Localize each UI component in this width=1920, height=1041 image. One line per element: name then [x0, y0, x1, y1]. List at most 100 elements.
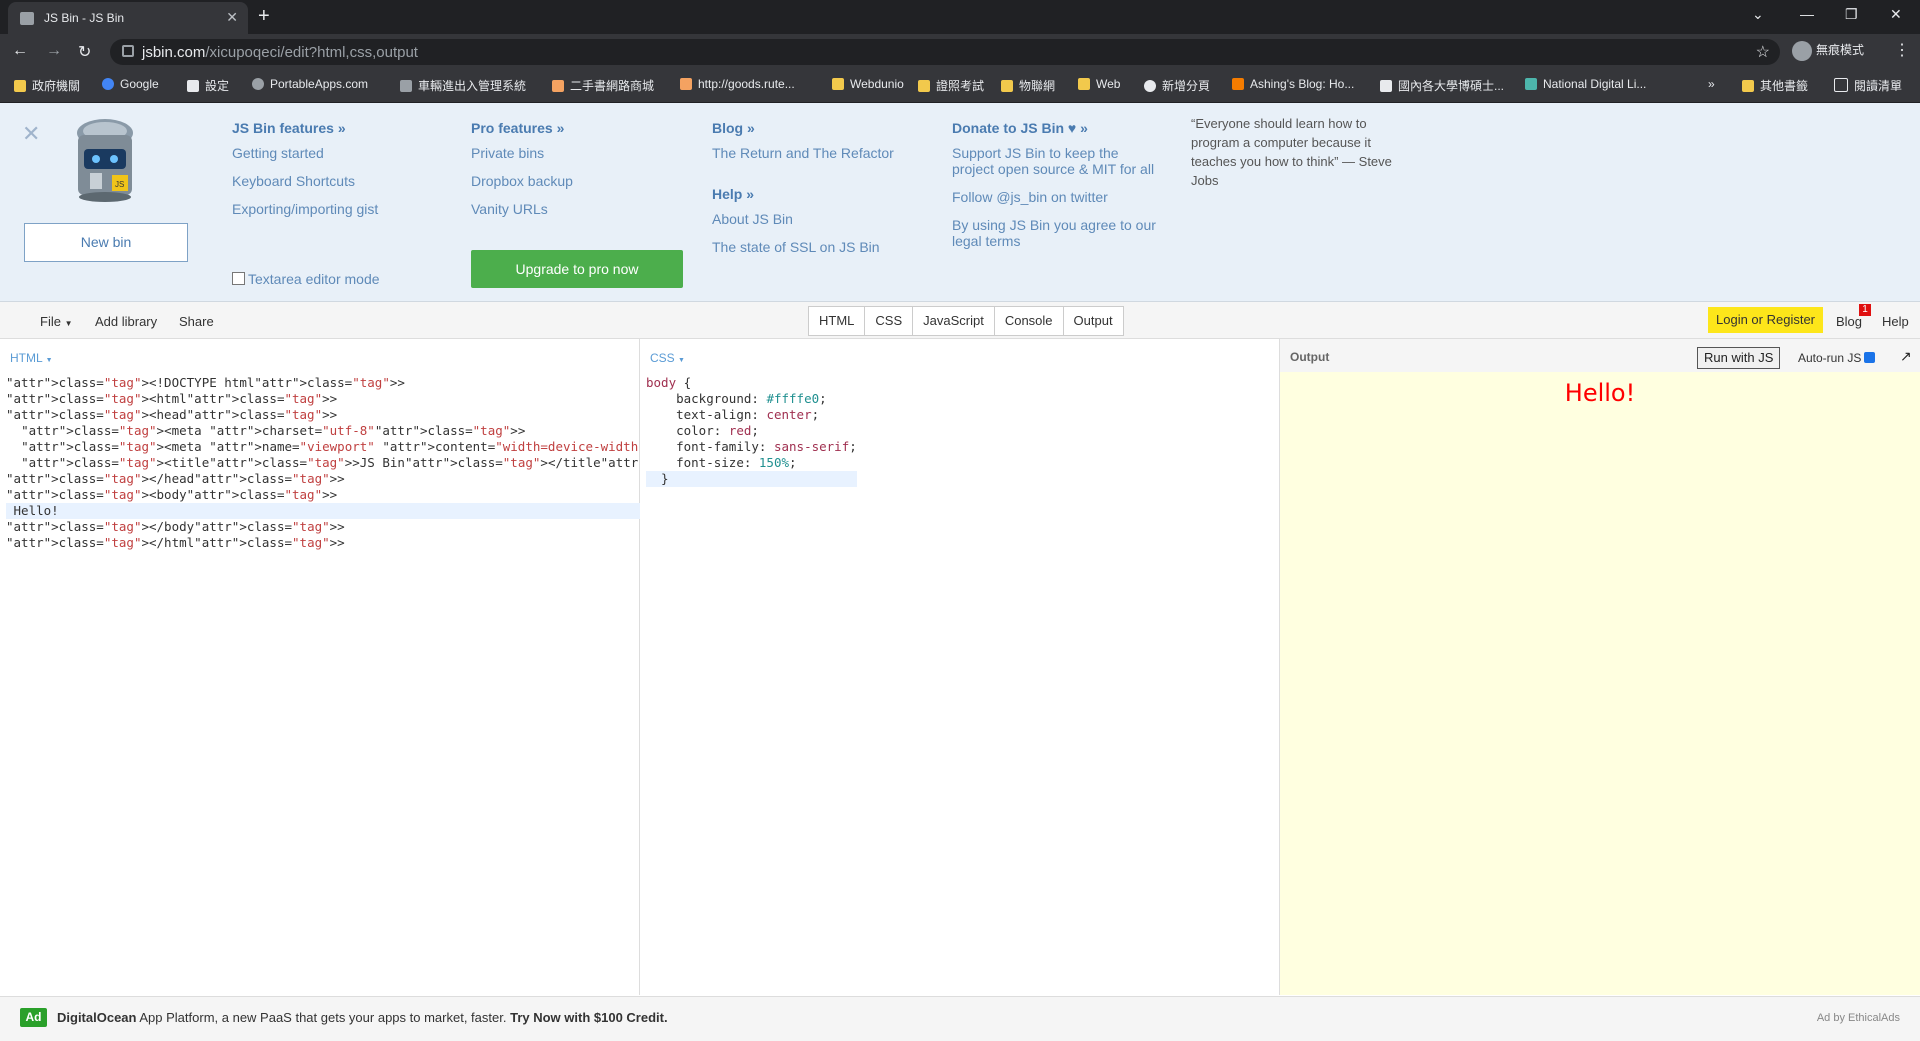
close-tab-icon[interactable]: ✕ [226, 9, 238, 26]
bookmark-item[interactable]: 政府機關 [14, 77, 80, 94]
new-tab-icon[interactable]: + [258, 5, 270, 28]
bookmark-label: Webdunio [850, 77, 904, 91]
legal-terms-link[interactable]: By using JS Bin you agree to our legal t… [952, 217, 1157, 249]
doc-icon [1380, 80, 1392, 92]
browser-menu-icon[interactable]: ⋮ [1894, 40, 1910, 60]
tab-css[interactable]: CSS [865, 307, 914, 335]
vanity-urls-link[interactable]: Vanity URLs [471, 201, 573, 217]
auto-run-checkbox[interactable] [1864, 352, 1876, 363]
bookmark-item[interactable]: Google [102, 77, 159, 91]
bookmark-item[interactable]: PortableApps.com [252, 77, 368, 91]
address-bar[interactable]: jsbin.com/xicupoqeci/edit?html,css,outpu… [110, 39, 1780, 65]
bookmark-item[interactable]: Ashing's Blog: Ho... [1232, 77, 1354, 91]
ssl-state-link[interactable]: The state of SSL on JS Bin [712, 239, 894, 255]
more-bookmarks-button[interactable]: » [1708, 77, 1715, 91]
dropbox-backup-link[interactable]: Dropbox backup [471, 173, 573, 189]
url-text: jsbin.com/xicupoqeci/edit?html,css,outpu… [142, 44, 418, 61]
code-line[interactable]: font-size: 150%; [646, 455, 857, 471]
share-menu[interactable]: Share [179, 314, 214, 329]
bookmark-item[interactable]: 設定 [187, 77, 229, 94]
keyboard-shortcuts-link[interactable]: Keyboard Shortcuts [232, 173, 378, 189]
tab-search-icon[interactable]: ⌄ [1752, 6, 1764, 23]
upgrade-pro-button[interactable]: Upgrade to pro now [471, 250, 683, 288]
svg-text:JS: JS [115, 180, 124, 189]
bookmark-item[interactable]: 新增分頁 [1144, 77, 1210, 94]
exporting-gist-link[interactable]: Exporting/importing gist [232, 201, 378, 217]
blog-button[interactable]: Blog [1836, 314, 1862, 329]
tab-console[interactable]: Console [995, 307, 1064, 335]
incognito-profile[interactable]: 無痕模式 [1792, 41, 1864, 61]
forward-icon[interactable]: → [46, 42, 62, 60]
file-menu[interactable]: File ▼ [40, 314, 73, 329]
features-title[interactable]: JS Bin features » [232, 120, 378, 136]
jsbin-toolbar: File ▼ Add library Share HTML CSS JavaSc… [0, 302, 1920, 339]
code-line[interactable]: background: #ffffe0; [646, 391, 857, 407]
support-jsbin-link[interactable]: Support JS Bin to keep the project open … [952, 145, 1157, 177]
ad-by-ethicalads[interactable]: Ad by EthicalAds [1817, 1012, 1900, 1024]
bookmark-star-icon[interactable]: ☆ [1756, 42, 1770, 62]
back-icon[interactable]: ← [12, 42, 28, 60]
other-bookmarks-folder[interactable]: 其他書籤 [1742, 77, 1808, 94]
textarea-mode-option[interactable]: Textarea editor mode [232, 271, 380, 287]
private-bins-link[interactable]: Private bins [471, 145, 573, 161]
bookmark-item[interactable]: http://goods.rute... [680, 77, 795, 91]
bookmark-item[interactable]: National Digital Li... [1525, 77, 1646, 91]
help-title[interactable]: Help » [712, 186, 894, 202]
reading-list-icon [1834, 78, 1848, 92]
getting-started-link[interactable]: Getting started [232, 145, 378, 161]
html-panel-label[interactable]: HTML ▼ [10, 351, 53, 365]
popout-arrow-icon[interactable]: ↗ [1900, 348, 1912, 365]
jsbin-logo-icon: JS [77, 119, 133, 202]
code-line[interactable]: font-family: sans-serif; [646, 439, 857, 455]
blogger-icon [1232, 78, 1244, 90]
code-line[interactable]: body { [646, 375, 857, 391]
tab-output[interactable]: Output [1064, 307, 1123, 335]
follow-twitter-link[interactable]: Follow @js_bin on twitter [952, 189, 1157, 205]
restore-icon[interactable]: ❐ [1845, 6, 1858, 23]
tab-html[interactable]: HTML [809, 307, 866, 335]
pro-column: Pro features » Private bins Dropbox back… [471, 120, 573, 229]
panel-tabs: HTML CSS JavaScript Console Output [808, 306, 1124, 336]
close-panel-icon[interactable]: ✕ [22, 121, 40, 147]
donate-title[interactable]: Donate to JS Bin ♥ » [952, 120, 1157, 136]
login-register-button[interactable]: Login or Register [1708, 307, 1823, 333]
code-line[interactable]: } [646, 471, 857, 487]
about-jsbin-link[interactable]: About JS Bin [712, 211, 894, 227]
library-icon [1525, 78, 1537, 90]
bookmark-label: http://goods.rute... [698, 77, 795, 91]
browser-tab[interactable]: JS Bin - JS Bin ✕ [8, 2, 248, 34]
code-line[interactable]: color: red; [646, 423, 857, 439]
blog-title[interactable]: Blog » [712, 120, 894, 136]
minimize-icon[interactable]: — [1800, 6, 1814, 22]
reload-icon[interactable]: ↻ [78, 42, 91, 62]
code-line[interactable]: text-align: center; [646, 407, 857, 423]
css-code-editor[interactable]: body { background: #ffffe0; text-align: … [646, 375, 857, 487]
bookmark-label: 二手書網路商城 [570, 79, 655, 93]
folder-icon [1742, 80, 1754, 92]
new-bin-button[interactable]: New bin [24, 223, 188, 262]
ad-text[interactable]: DigitalOcean App Platform, a new PaaS th… [57, 1010, 668, 1025]
folder-icon [832, 78, 844, 90]
blog-post-link[interactable]: The Return and The Refactor [712, 145, 894, 161]
add-library-menu[interactable]: Add library [95, 314, 157, 329]
bookmark-item[interactable]: 證照考試 [918, 77, 984, 94]
run-with-js-button[interactable]: Run with JS [1697, 347, 1781, 369]
auto-run-js-toggle[interactable]: Auto-run JS [1798, 351, 1876, 365]
bookmark-item[interactable]: 國內各大學博碩士... [1380, 77, 1504, 94]
html-editor-panel[interactable]: HTML ▼ "attr">class="tag"><!DOCTYPE html… [0, 339, 797, 995]
bookmark-item[interactable]: 物聯網 [1001, 77, 1055, 94]
bookmark-item[interactable]: 車輛進出入管理系統 [400, 77, 526, 94]
pro-features-title[interactable]: Pro features » [471, 120, 573, 136]
css-editor-panel[interactable]: CSS ▼ body { background: #ffffe0; text-a… [640, 339, 1280, 995]
bookmark-item[interactable]: 二手書網路商城 [552, 77, 654, 94]
bookmark-item[interactable]: Web [1078, 77, 1120, 91]
folder-icon [1001, 80, 1013, 92]
reading-list-button[interactable]: 閱讀清單 [1834, 77, 1902, 94]
textarea-mode-checkbox[interactable] [232, 272, 245, 285]
tab-javascript[interactable]: JavaScript [913, 307, 995, 335]
css-panel-label[interactable]: CSS ▼ [650, 351, 685, 365]
bookmark-item[interactable]: Webdunio [832, 77, 904, 91]
output-label: Output [1290, 350, 1330, 364]
close-window-icon[interactable]: ✕ [1890, 6, 1902, 23]
help-button[interactable]: Help [1882, 314, 1909, 329]
